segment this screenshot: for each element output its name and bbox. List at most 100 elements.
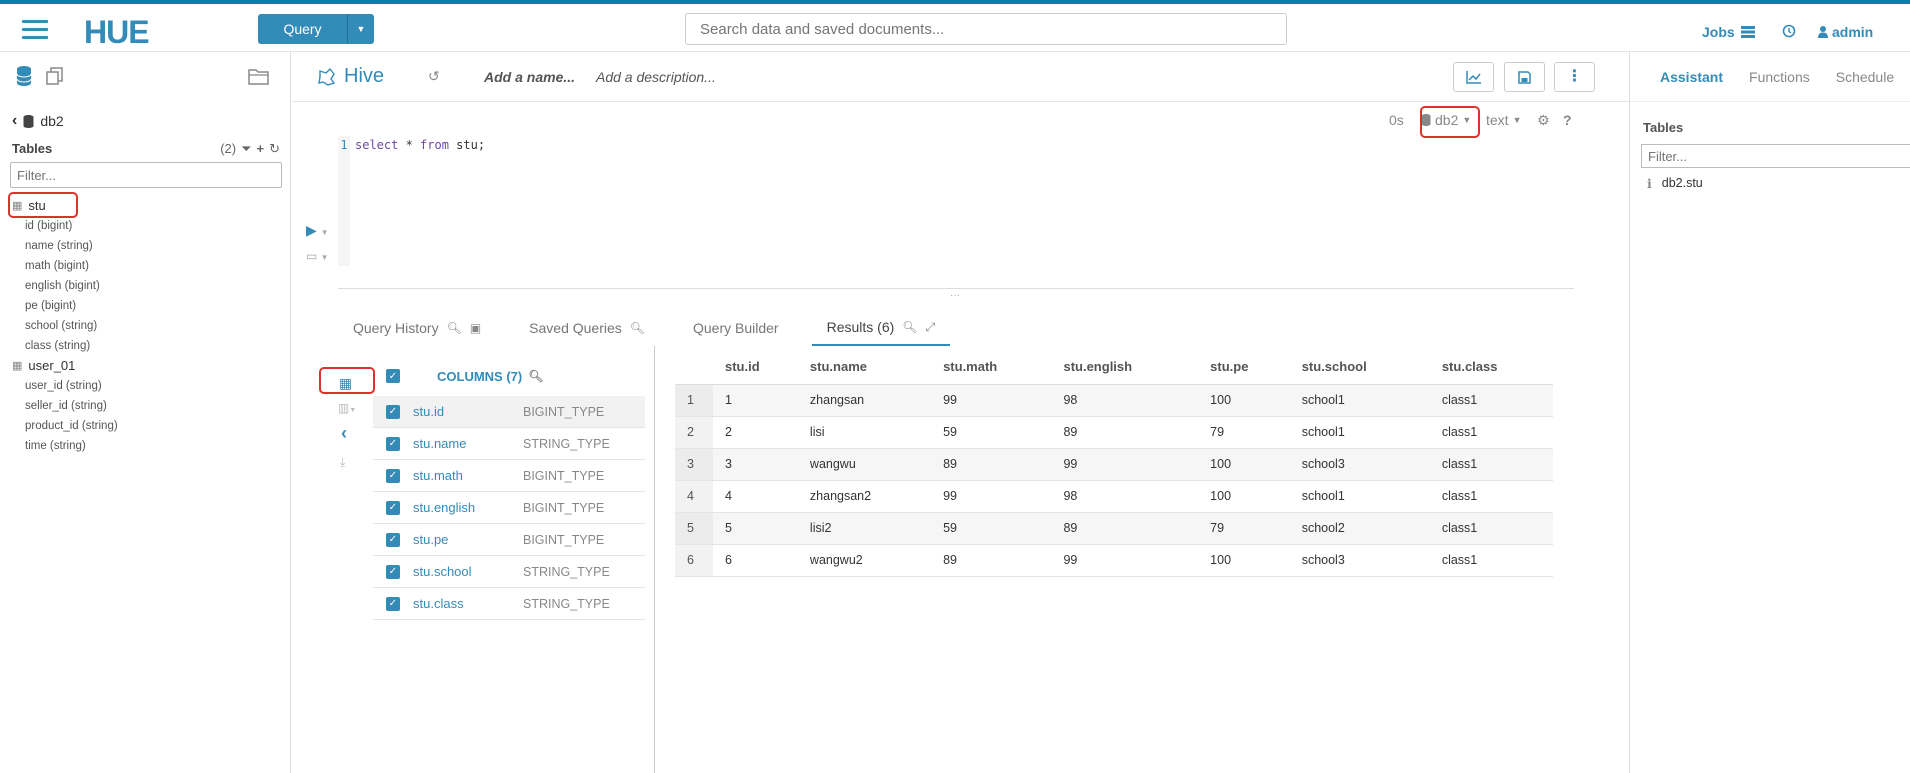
table-cell[interactable]: 98	[1051, 384, 1199, 417]
table-cell[interactable]: 89	[931, 544, 1052, 577]
table-row[interactable]: 6 6 wangwu2 89 99 100 school3 class1	[675, 544, 1553, 577]
tab-saved-queries[interactable]: Saved Queries 🔍︎	[514, 310, 660, 346]
table-cell[interactable]: school1	[1289, 480, 1430, 513]
table-cell[interactable]: 59	[931, 512, 1052, 545]
user-menu[interactable]: admin	[1818, 24, 1873, 40]
column-row[interactable]: ✓ stu.class STRING_TYPE	[373, 588, 645, 620]
engine-title[interactable]: Hive	[316, 65, 384, 88]
database-icon[interactable]	[16, 66, 32, 86]
add-icon[interactable]: +	[257, 141, 265, 157]
column-name[interactable]: stu.class	[413, 596, 523, 611]
column-item[interactable]: pe (bigint)	[12, 296, 282, 316]
tab-assistant[interactable]: Assistant	[1660, 69, 1723, 85]
column-checkbox[interactable]: ✓	[386, 500, 400, 515]
query-button[interactable]: Query ▼	[258, 14, 374, 44]
table-cell[interactable]: school3	[1289, 544, 1430, 577]
column-name[interactable]: stu.name	[413, 436, 523, 451]
search-icon[interactable]: 🔍︎	[630, 321, 645, 335]
info-icon[interactable]: ℹ	[1647, 176, 1652, 191]
panel-splitter[interactable]	[654, 346, 655, 773]
column-name[interactable]: stu.pe	[413, 532, 523, 547]
column-item[interactable]: school (string)	[12, 316, 282, 336]
query-button-label[interactable]: Query	[258, 14, 348, 44]
select-all-checkbox[interactable]: ✓	[386, 369, 400, 383]
table-cell[interactable]: class1	[1429, 384, 1553, 417]
explain-map-icon[interactable]: ▭ ▼	[306, 249, 329, 263]
column-row[interactable]: ✓ stu.school STRING_TYPE	[373, 556, 645, 588]
table-cell[interactable]: 100	[1198, 544, 1290, 577]
filter-icon[interactable]: ⏷	[241, 141, 251, 157]
column-name[interactable]: stu.math	[413, 468, 523, 483]
column-item[interactable]: class (string)	[12, 336, 282, 356]
table-cell[interactable]: school3	[1289, 448, 1430, 481]
column-row[interactable]: ✓ stu.english BIGINT_TYPE	[373, 492, 645, 524]
collapse-chevron-icon[interactable]: ‹	[341, 423, 347, 444]
caret-down-icon[interactable]: ▼	[348, 24, 374, 34]
assist-table-name[interactable]: db2.stu	[1662, 176, 1703, 191]
caret-down-icon[interactable]: ▼	[1513, 115, 1522, 125]
table-cell[interactable]: 2	[713, 416, 798, 449]
search-icon[interactable]: 🔍︎	[528, 369, 543, 383]
table-cell[interactable]: 1	[713, 384, 798, 417]
column-checkbox[interactable]: ✓	[386, 596, 400, 611]
table-cell[interactable]: 99	[931, 480, 1052, 513]
table-row[interactable]: 1 1 zhangsan 99 98 100 school1 class1	[675, 384, 1553, 417]
download-icon[interactable]: ⤓	[340, 455, 345, 470]
tab-results[interactable]: Results (6) 🔍︎ ⤢	[811, 310, 951, 346]
query-name-field[interactable]: Add a name...	[484, 69, 575, 85]
help-icon[interactable]: ?	[1563, 112, 1572, 128]
resize-handle-icon[interactable]: ···	[950, 290, 960, 301]
global-search-input[interactable]	[685, 13, 1287, 45]
expand-icon[interactable]: ⤢	[926, 320, 936, 335]
save-button[interactable]	[1504, 62, 1545, 92]
table-cell[interactable]: 99	[1051, 544, 1199, 577]
chart-view-icon[interactable]: ▥▼	[338, 401, 356, 415]
execute-play-icon[interactable]: ▶ ▼	[306, 222, 329, 239]
table-cell[interactable]: 89	[1051, 416, 1199, 449]
tab-query-history[interactable]: Query History 🔍︎ ▣	[338, 310, 496, 346]
engine-name[interactable]: Hive	[344, 65, 384, 88]
jobs-link[interactable]: Jobs	[1702, 24, 1755, 40]
column-row[interactable]: ✓ stu.name STRING_TYPE	[373, 428, 645, 460]
more-options-button[interactable]: ⋮	[1554, 62, 1595, 92]
column-header[interactable]: stu.school	[1289, 350, 1430, 385]
table-cell[interactable]: class1	[1429, 416, 1553, 449]
tab-label[interactable]: Saved Queries	[529, 320, 622, 336]
table-cell[interactable]: 99	[1051, 448, 1199, 481]
database-name[interactable]: db2	[40, 113, 63, 129]
table-cell[interactable]: wangwu	[797, 448, 932, 481]
table-cell[interactable]: 89	[931, 448, 1052, 481]
search-icon[interactable]: 🔍︎	[902, 320, 917, 334]
table-cell[interactable]: 98	[1051, 480, 1199, 513]
tab-label[interactable]: Results (6)	[827, 319, 895, 335]
database-breadcrumb[interactable]: ‹ db2	[12, 112, 64, 130]
table-cell[interactable]: 79	[1198, 512, 1290, 545]
tables-filter-input[interactable]	[10, 162, 282, 188]
undo-history-icon[interactable]: ↺	[428, 68, 440, 85]
code-editor[interactable]	[338, 136, 1574, 266]
table-row[interactable]: 5 5 lisi2 59 89 79 school2 class1	[675, 512, 1553, 545]
table-cell[interactable]: class1	[1429, 480, 1553, 513]
column-header[interactable]: stu.math	[931, 350, 1052, 385]
table-cell[interactable]: 59	[931, 416, 1052, 449]
column-row[interactable]: ✓ stu.math BIGINT_TYPE	[373, 460, 645, 492]
calendar-icon[interactable]: ▣	[470, 321, 481, 335]
table-cell[interactable]: 4	[713, 480, 798, 513]
table-cell[interactable]: school2	[1289, 512, 1430, 545]
table-cell[interactable]: 79	[1198, 416, 1290, 449]
table-cell[interactable]: wangwu2	[797, 544, 932, 577]
table-cell[interactable]: 89	[1051, 512, 1199, 545]
jobs-label[interactable]: Jobs	[1702, 24, 1735, 40]
hue-logo[interactable]: HUE	[84, 14, 150, 51]
refresh-icon[interactable]: ↻	[269, 141, 280, 157]
table-item-user-01[interactable]: ▦ user_01	[12, 356, 282, 376]
column-header[interactable]: stu.english	[1051, 350, 1199, 385]
right-filter-input[interactable]	[1641, 144, 1910, 168]
column-item[interactable]: time (string)	[12, 436, 282, 456]
table-cell[interactable]: 6	[713, 544, 798, 577]
user-label[interactable]: admin	[1832, 24, 1873, 40]
tab-schedule[interactable]: Schedule	[1836, 69, 1894, 85]
format-label[interactable]: text	[1486, 112, 1509, 128]
table-cell[interactable]: 99	[931, 384, 1052, 417]
table-cell[interactable]: lisi2	[797, 512, 932, 545]
